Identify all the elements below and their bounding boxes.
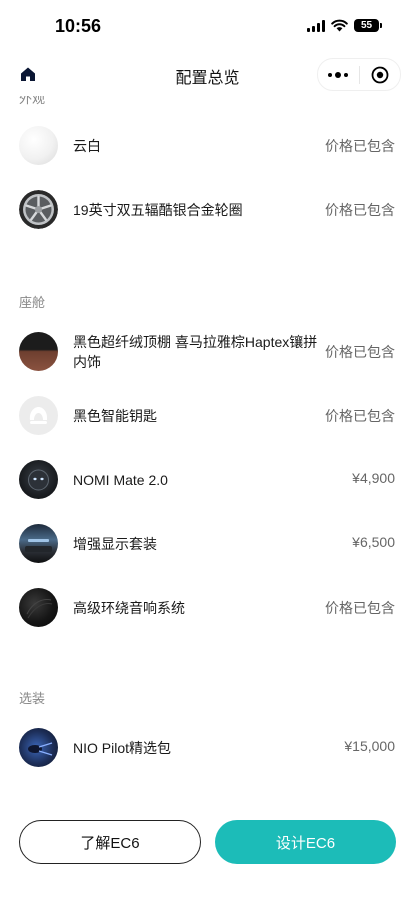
list-item: 增强显示套装 ¥6,500 — [0, 512, 415, 576]
mini-program-capsule — [317, 58, 401, 91]
section-label-cockpit: 座舱 — [19, 295, 46, 310]
wifi-icon — [331, 19, 348, 32]
list-item: 高级环绕音响系统 价格已包含 — [0, 576, 415, 640]
speaker-icon — [19, 588, 58, 627]
section-label-options: 选装 — [19, 691, 46, 706]
learn-ec6-button[interactable]: 了解EC6 — [19, 820, 201, 864]
item-name: 云白 — [73, 138, 101, 154]
more-icon[interactable] — [318, 71, 359, 78]
section-label-exterior: 外观 — [19, 96, 46, 106]
item-price: ¥6,500 — [352, 534, 395, 550]
list-item: 黑色超纤绒顶棚 喜马拉雅棕Haptex镶拼内饰 价格已包含 — [0, 320, 415, 384]
config-list[interactable]: 外观 云白 价格已包含 19英寸双五辐酷银合金轮圈 价格已包含 座舱 黑色超纤绒… — [0, 96, 415, 796]
item-name: 黑色智能钥匙 — [73, 408, 157, 424]
battery-icon: 55 — [354, 19, 382, 32]
item-name: 19英寸双五辐酷银合金轮圈 — [73, 202, 243, 218]
item-name: 增强显示套装 — [73, 536, 157, 552]
list-item: NOMI Mate 2.0 ¥4,900 — [0, 448, 415, 512]
item-price: 价格已包含 — [325, 138, 395, 154]
item-name: NIO Pilot精选包 — [73, 740, 172, 756]
status-bar: 10:56 55 — [0, 0, 415, 50]
nav-bar: 配置总览 — [0, 52, 415, 96]
close-target-icon[interactable] — [360, 66, 401, 84]
list-item: 黑色智能钥匙 价格已包含 — [0, 384, 415, 448]
list-item: 云白 价格已包含 — [0, 114, 415, 178]
list-item: NIO Pilot精选包 ¥15,000 — [0, 716, 415, 780]
interior-swatch-icon — [19, 332, 58, 371]
nomi-mate-icon — [19, 460, 58, 499]
smart-key-icon — [19, 396, 58, 435]
item-price: ¥15,000 — [344, 738, 395, 754]
status-icons: 55 — [307, 19, 382, 32]
white-paint-swatch-icon — [19, 126, 58, 165]
item-price: 价格已包含 — [325, 408, 395, 424]
list-item: 19英寸双五辐酷银合金轮圈 价格已包含 — [0, 178, 415, 242]
item-name: 黑色超纤绒顶棚 喜马拉雅棕Haptex镶拼内饰 — [73, 334, 318, 370]
nio-pilot-icon — [19, 728, 58, 767]
alloy-wheel-icon — [19, 190, 58, 229]
cellular-signal-icon — [307, 19, 325, 32]
item-price: ¥4,900 — [352, 470, 395, 486]
item-price: 价格已包含 — [325, 202, 395, 218]
item-name: 高级环绕音响系统 — [73, 600, 185, 616]
item-price: 价格已包含 — [325, 344, 395, 360]
status-time: 10:56 — [55, 16, 102, 36]
design-ec6-button[interactable]: 设计EC6 — [215, 820, 396, 864]
display-kit-icon — [19, 524, 58, 563]
bottom-action-bar: 了解EC6 设计EC6 — [0, 818, 415, 868]
item-name: NOMI Mate 2.0 — [73, 472, 168, 488]
item-price: 价格已包含 — [325, 600, 395, 616]
